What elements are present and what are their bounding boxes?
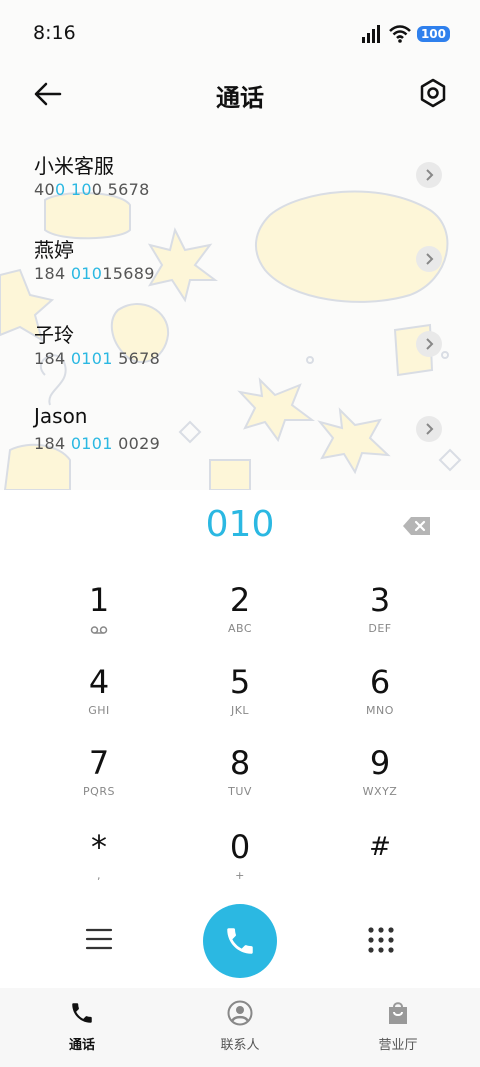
key-digit: 4 <box>88 663 110 701</box>
key-digit: 6 <box>369 663 391 701</box>
dial-display: 010 <box>0 500 480 556</box>
contact-name: 燕婷 <box>34 238 74 262</box>
key-digit: 0 <box>229 828 251 866</box>
chevron-right-icon <box>426 338 434 350</box>
contact-row[interactable]: 燕婷 184 01015689 <box>0 222 480 306</box>
key-3[interactable]: 3 DEF <box>310 580 450 650</box>
contact-number: 400 100 5678 <box>34 180 150 199</box>
contact-number: 184 0101 5678 <box>34 349 161 368</box>
key-digit: 8 <box>229 744 251 782</box>
key-6[interactable]: 6 MNO <box>310 662 450 732</box>
voicemail-icon <box>90 626 108 634</box>
key-digit: # <box>369 832 391 862</box>
contact-detail-button[interactable] <box>416 162 442 188</box>
key-letters: DEF <box>368 622 392 635</box>
contact-name: Jason <box>34 404 88 428</box>
person-icon <box>227 1000 253 1026</box>
key-digit: 7 <box>88 744 110 782</box>
key-letters: ABC <box>227 622 253 635</box>
wallpaper-area: 8:16 100 通话 小米客服 400 100 5678 燕婷 184 010… <box>0 0 480 490</box>
contact-number: 184 0101 0029 <box>34 434 161 453</box>
key-4[interactable]: 4 GHI <box>29 662 169 732</box>
contact-row[interactable]: 小米客服 400 100 5678 <box>0 138 480 222</box>
key-letters: TUV <box>228 785 252 798</box>
nav-tab-calls[interactable]: 通话 <box>22 1000 142 1053</box>
key-digit: 5 <box>229 663 251 701</box>
page-title: 通话 <box>216 84 264 112</box>
key-digit: 9 <box>369 744 391 782</box>
key-5[interactable]: 5 JKL <box>170 662 310 732</box>
phone-icon <box>72 1003 92 1023</box>
key-digit: 1 <box>88 581 110 619</box>
key-2[interactable]: 2 ABC <box>170 580 310 650</box>
dialpad-grid-icon[interactable] <box>366 925 396 955</box>
key-star[interactable]: * , <box>29 827 169 897</box>
key-7[interactable]: 7 PQRS <box>29 743 169 813</box>
battery-indicator: 100 <box>416 26 450 42</box>
contact-row[interactable]: 子玲 184 0101 5678 <box>0 307 480 391</box>
nav-label: 营业厅 <box>378 1038 418 1053</box>
key-letters: , <box>97 869 101 882</box>
signal-icon <box>361 25 380 43</box>
contact-row[interactable]: Jason 184 0101 0029 <box>0 392 480 476</box>
status-time: 8:16 <box>33 22 76 44</box>
key-9[interactable]: 9 WXYZ <box>310 743 450 813</box>
backspace-icon[interactable] <box>402 515 432 537</box>
key-letters: WXYZ <box>362 785 398 798</box>
contact-name: 小米客服 <box>34 154 114 178</box>
phone-icon <box>227 928 253 954</box>
header: 通话 <box>0 66 480 126</box>
nav-tab-contacts[interactable]: 联系人 <box>180 1000 300 1053</box>
chevron-right-icon <box>426 423 434 435</box>
contact-name: 子玲 <box>34 323 74 347</box>
shopping-bag-icon <box>389 1002 407 1024</box>
nav-label: 通话 <box>68 1038 95 1053</box>
key-letters: + <box>235 869 245 882</box>
contact-detail-button[interactable] <box>416 246 442 272</box>
menu-icon[interactable] <box>84 926 114 952</box>
nav-label: 联系人 <box>220 1038 260 1053</box>
key-letters: PQRS <box>83 785 115 798</box>
key-digit: * <box>91 828 107 866</box>
wifi-icon <box>389 25 411 43</box>
key-0[interactable]: 0 + <box>170 827 310 897</box>
settings-hexagon-icon[interactable] <box>416 76 450 110</box>
key-hash[interactable]: # <box>310 827 450 897</box>
key-letters: MNO <box>366 704 394 717</box>
bottom-navigation: 通话 联系人 营业厅 <box>0 988 480 1067</box>
key-letters: GHI <box>88 704 110 717</box>
key-digit: 3 <box>369 581 391 619</box>
key-digit: 2 <box>229 581 251 619</box>
key-1[interactable]: 1 <box>29 580 169 650</box>
contact-detail-button[interactable] <box>416 416 442 442</box>
key-8[interactable]: 8 TUV <box>170 743 310 813</box>
chevron-right-icon <box>426 253 434 265</box>
contact-detail-button[interactable] <box>416 331 442 357</box>
call-button[interactable] <box>203 904 277 978</box>
chevron-right-icon <box>426 169 434 181</box>
contact-number: 184 01015689 <box>34 264 155 283</box>
nav-tab-store[interactable]: 营业厅 <box>338 1000 458 1053</box>
status-bar: 8:16 100 <box>0 0 480 66</box>
dial-actions <box>0 900 480 980</box>
key-letters: JKL <box>230 704 250 717</box>
status-icons: 100 <box>361 22 450 46</box>
